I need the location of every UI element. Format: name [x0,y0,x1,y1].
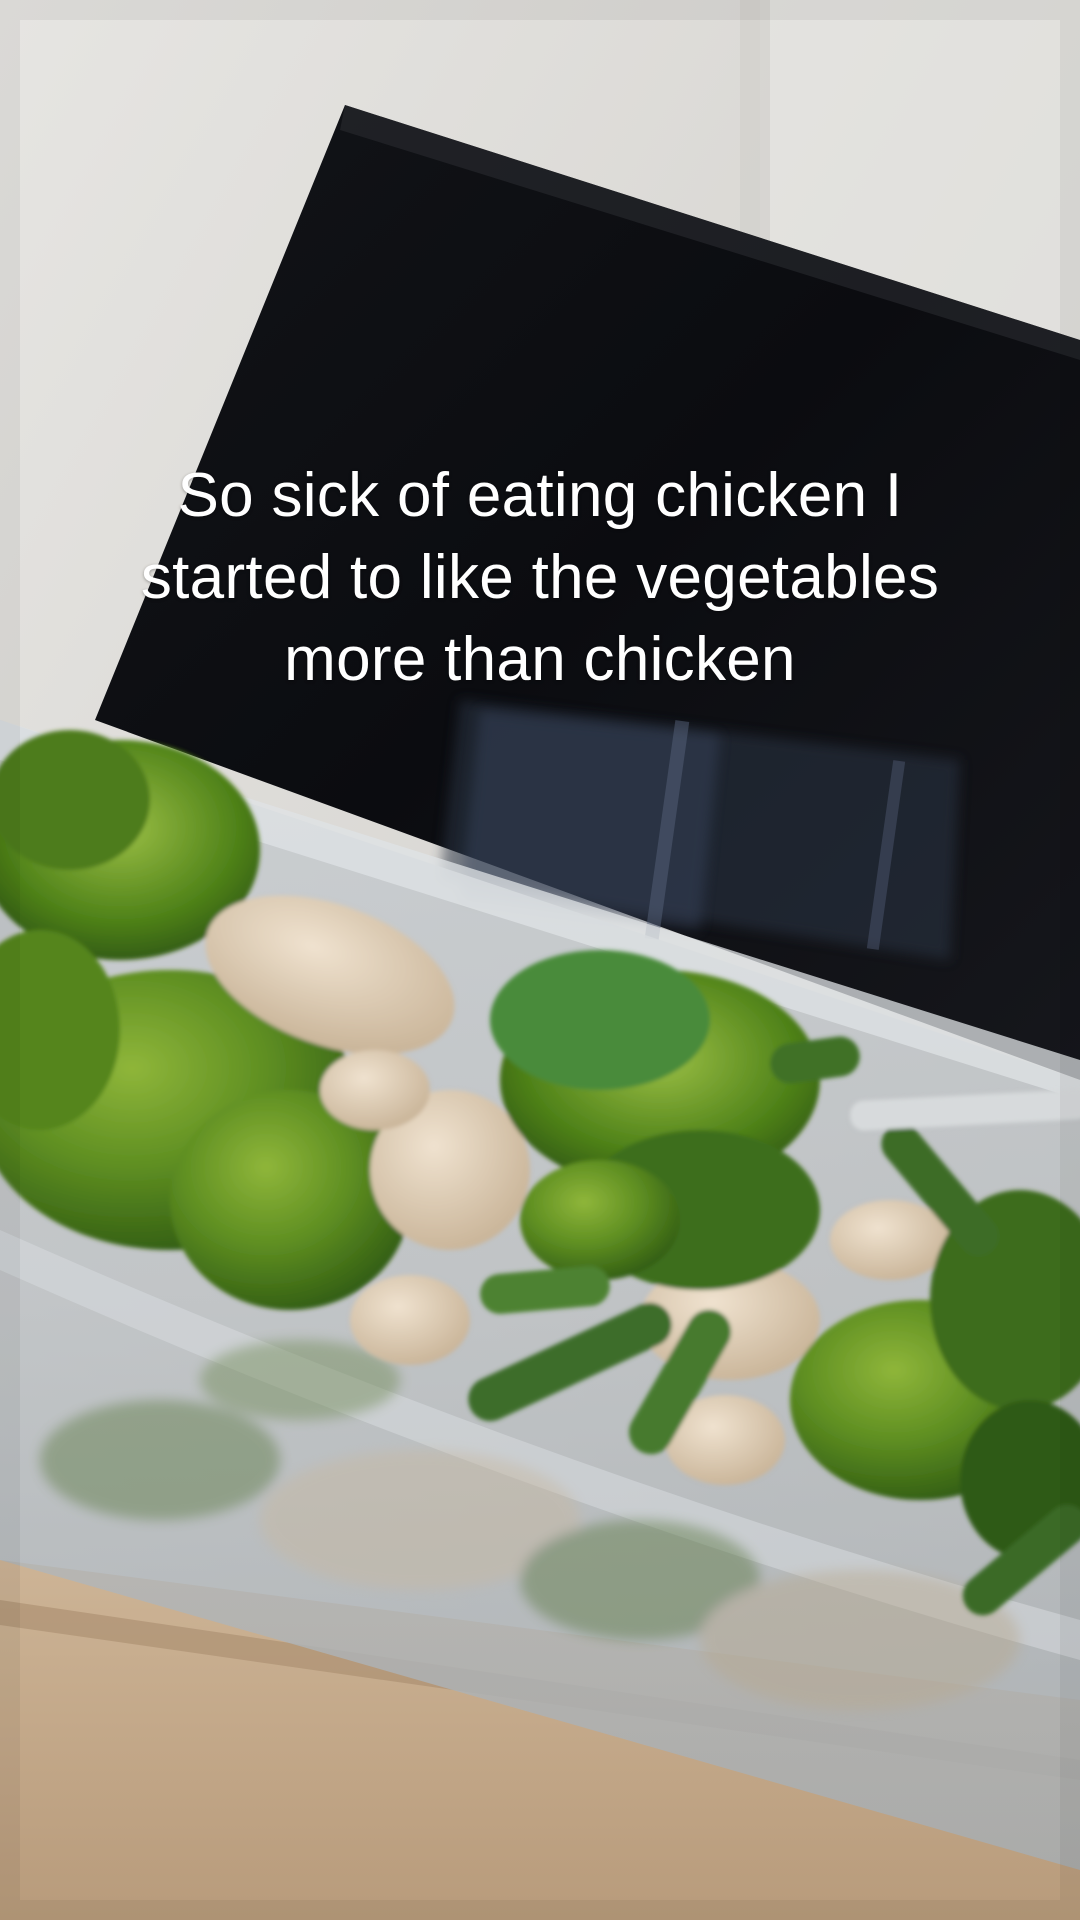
photo-scene [0,0,1080,1920]
caption-text: So sick of eating chicken I started to l… [60,455,1020,701]
caption-line-2: started to like the vegetables [140,543,940,612]
caption-line-1: So sick of eating chicken I [177,461,903,530]
caption-line-3: more than chicken [284,625,796,694]
photo-frame: So sick of eating chicken I started to l… [0,0,1080,1920]
